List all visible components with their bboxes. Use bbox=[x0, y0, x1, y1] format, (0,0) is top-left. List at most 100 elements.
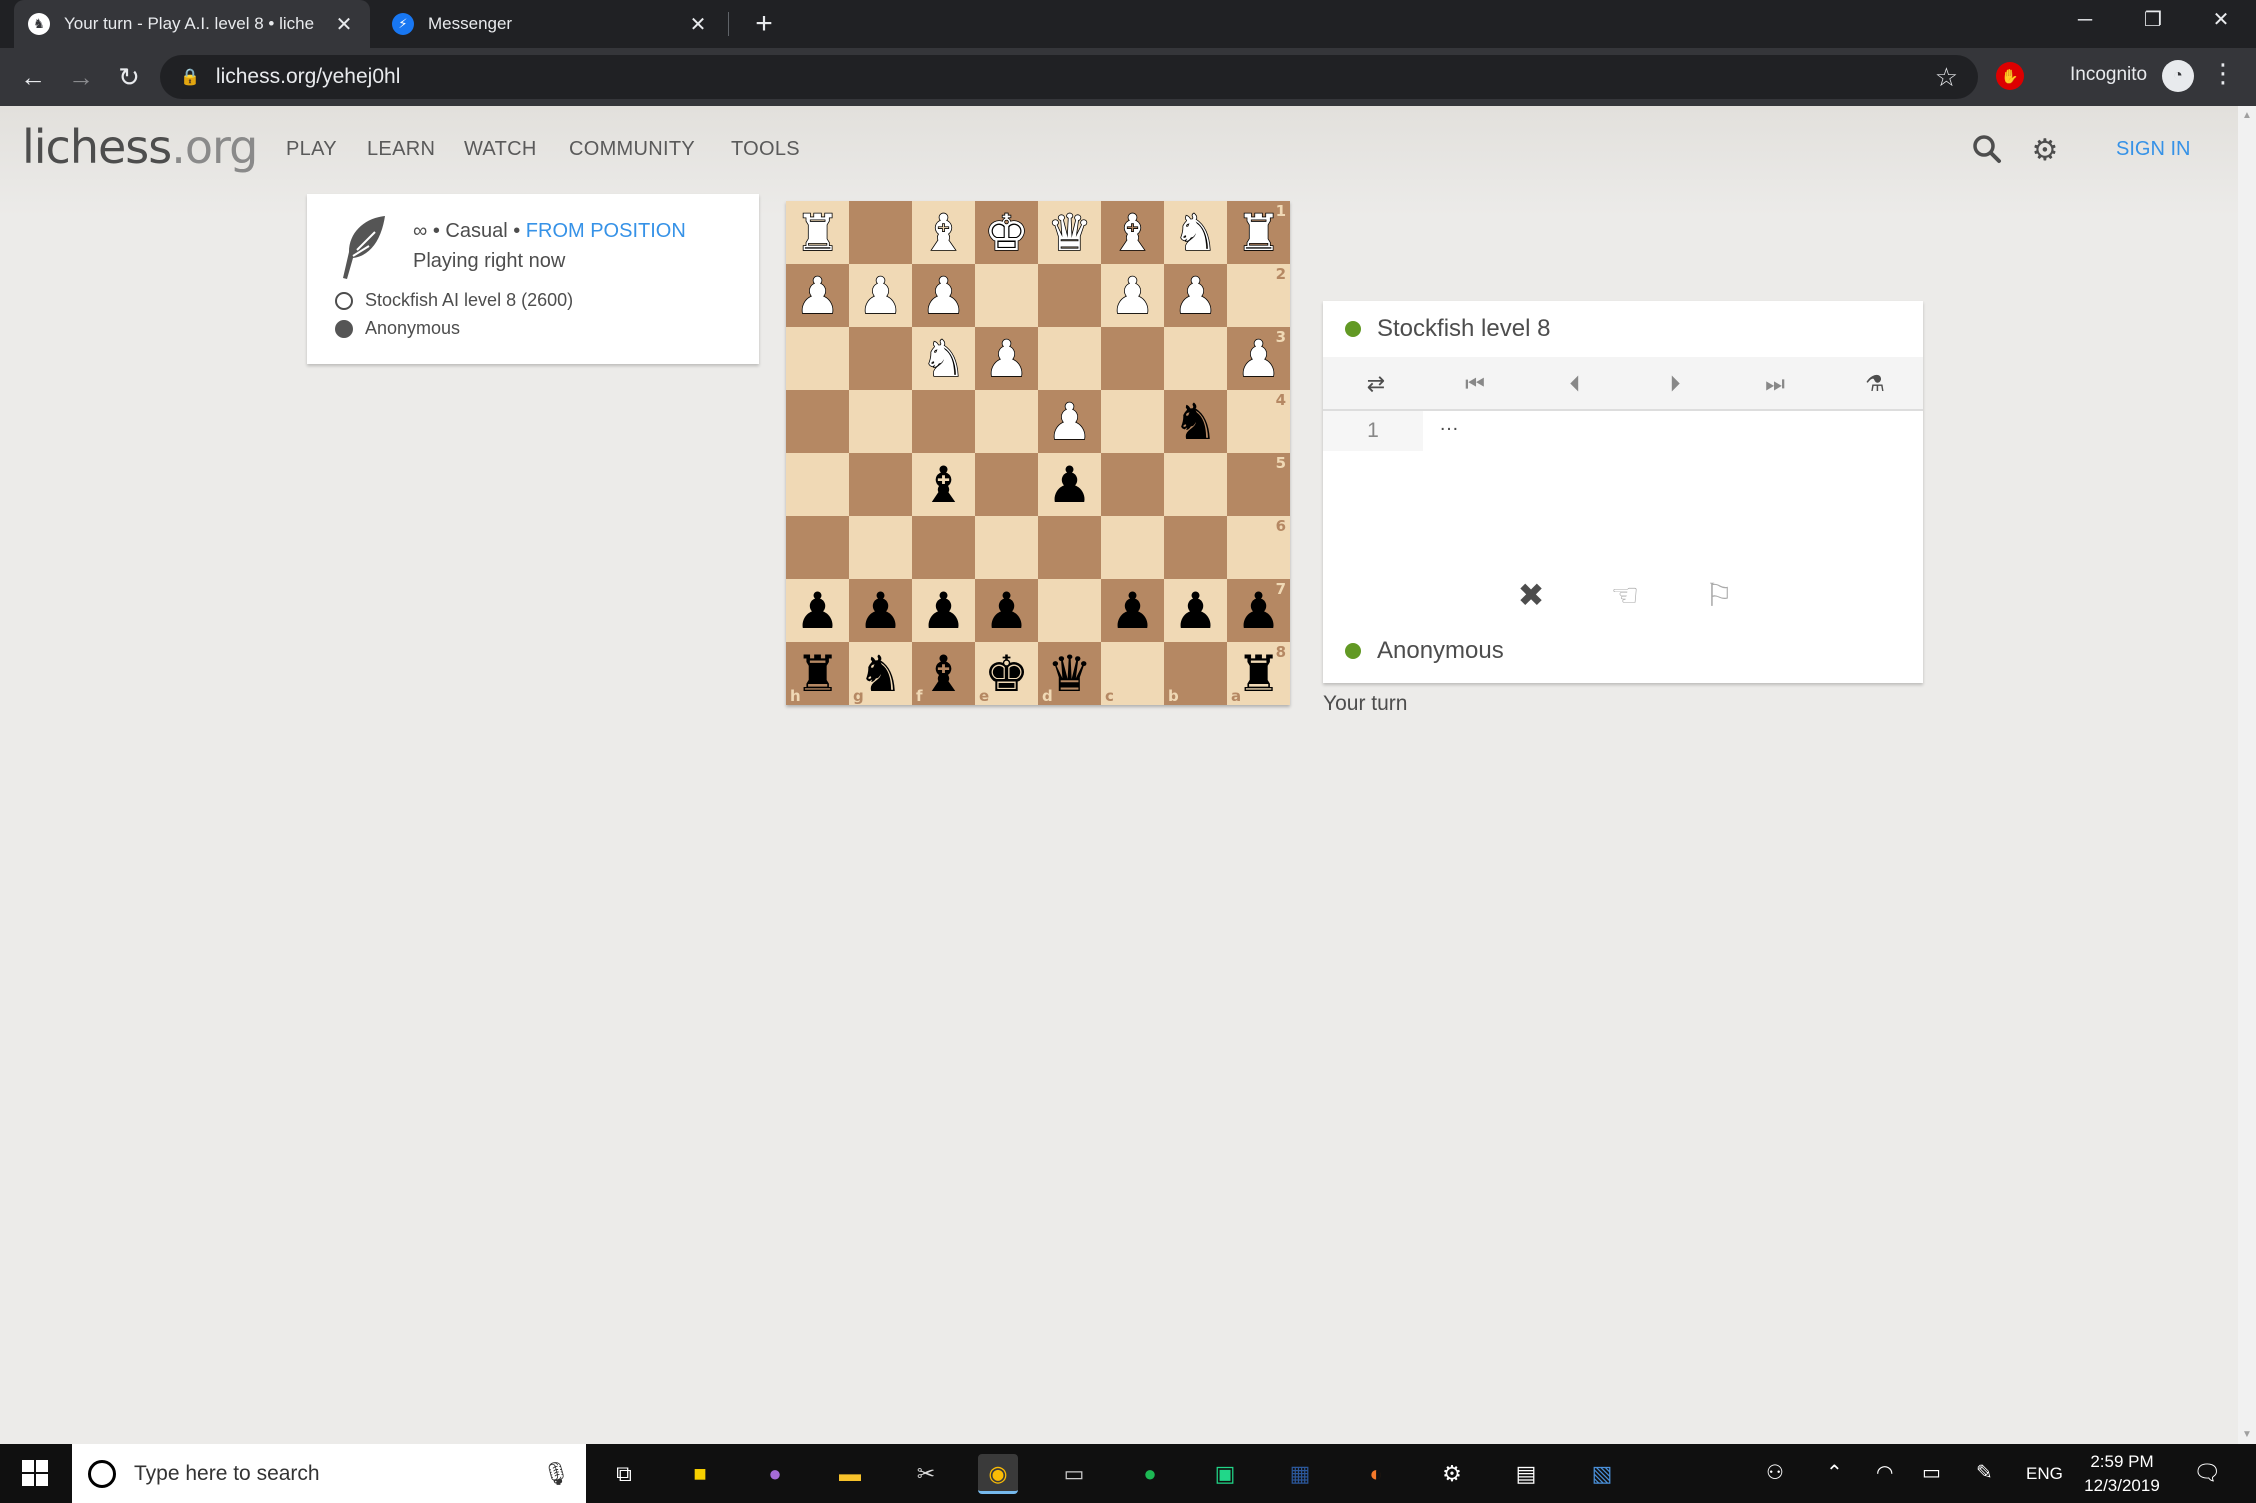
address-bar[interactable]: 🔒 lichess.org/yehej0hl ☆ bbox=[160, 55, 1978, 99]
board-square[interactable] bbox=[849, 201, 912, 264]
taskbar-search[interactable]: Type here to search 🎙 bbox=[72, 1444, 586, 1503]
white-rook-icon[interactable]: ♜ bbox=[1235, 207, 1281, 259]
board-square[interactable]: ♜ h bbox=[786, 642, 849, 705]
analysis-microscope-icon[interactable]: ⚗ bbox=[1855, 365, 1895, 403]
white-player[interactable]: Stockfish AI level 8 (2600) bbox=[335, 290, 573, 311]
close-tab-icon[interactable]: ✕ bbox=[686, 12, 710, 37]
flip-board-icon[interactable]: ⇄ bbox=[1356, 365, 1396, 403]
board-square[interactable]: ♞ bbox=[1164, 201, 1227, 264]
board-square[interactable] bbox=[1038, 579, 1101, 642]
nav-tools[interactable]: TOOLS bbox=[731, 138, 800, 161]
board-square[interactable]: ♝ f bbox=[912, 642, 975, 705]
white-pawn-icon[interactable]: ♟ bbox=[1046, 396, 1092, 448]
wifi-icon[interactable]: ◠ bbox=[1876, 1460, 1893, 1485]
board-square[interactable]: ♜ 8 a bbox=[1227, 642, 1290, 705]
board-square[interactable]: ♟ bbox=[912, 579, 975, 642]
bookmark-star-icon[interactable]: ☆ bbox=[1935, 62, 1958, 93]
close-tab-icon[interactable]: ✕ bbox=[332, 12, 356, 37]
board-square[interactable]: 6 bbox=[1227, 516, 1290, 579]
restore-button[interactable]: ❐ bbox=[2120, 0, 2186, 40]
black-pawn-icon[interactable]: ♟ bbox=[1173, 586, 1218, 636]
board-square[interactable]: ♝ bbox=[912, 453, 975, 516]
board-square[interactable] bbox=[912, 390, 975, 453]
extension-icon[interactable]: ✋ bbox=[1996, 62, 2024, 90]
board-square[interactable] bbox=[1038, 264, 1101, 327]
white-pawn-icon[interactable]: ♟ bbox=[1172, 270, 1218, 322]
close-window-button[interactable]: ✕ bbox=[2188, 0, 2254, 40]
black-bishop-icon[interactable]: ♝ bbox=[921, 460, 966, 510]
opponent-name[interactable]: Stockfish level 8 bbox=[1377, 315, 1550, 343]
board-square[interactable] bbox=[1101, 327, 1164, 390]
board-square[interactable] bbox=[1164, 327, 1227, 390]
black-rook-icon[interactable]: ♜ bbox=[795, 649, 840, 699]
tab-messenger[interactable]: ⚡ Messenger ✕ bbox=[378, 0, 724, 48]
abort-game-icon[interactable]: ✖ bbox=[1509, 573, 1553, 617]
system-clock[interactable]: 2:59 PM 12/3/2019 bbox=[2082, 1450, 2162, 1498]
board-square[interactable]: 4 bbox=[1227, 390, 1290, 453]
board-square[interactable]: ♟ bbox=[849, 579, 912, 642]
board-square[interactable] bbox=[975, 516, 1038, 579]
reload-icon[interactable]: ↻ bbox=[112, 60, 146, 94]
settings-gear-icon[interactable]: ⚙ bbox=[1432, 1454, 1472, 1494]
board-square[interactable]: ♝ bbox=[1101, 201, 1164, 264]
board-square[interactable] bbox=[975, 390, 1038, 453]
board-square[interactable] bbox=[1038, 327, 1101, 390]
microphone-icon[interactable]: 🎙 bbox=[542, 1461, 570, 1487]
black-pawn-icon[interactable]: ♟ bbox=[1047, 460, 1092, 510]
board-square[interactable]: ♚ bbox=[975, 201, 1038, 264]
board-square[interactable]: ♛ d bbox=[1038, 642, 1101, 705]
snipping-tool-icon[interactable]: ✂ bbox=[906, 1454, 946, 1494]
black-queen-icon[interactable]: ♛ bbox=[1047, 649, 1092, 699]
black-bishop-icon[interactable]: ♝ bbox=[921, 649, 966, 699]
board-square[interactable] bbox=[1164, 453, 1227, 516]
gear-icon[interactable]: ⚙ bbox=[2028, 134, 2062, 168]
white-pawn-icon[interactable]: ♟ bbox=[920, 270, 966, 322]
board-square[interactable]: ♟ bbox=[849, 264, 912, 327]
board-square[interactable]: ♞ bbox=[912, 327, 975, 390]
board-square[interactable] bbox=[1101, 516, 1164, 579]
sign-in-link[interactable]: SIGN IN bbox=[2116, 138, 2190, 161]
offer-draw-hand-icon[interactable]: ☜ bbox=[1603, 573, 1647, 617]
terminal-icon[interactable]: ▭ bbox=[1054, 1454, 1094, 1494]
sticky-notes-icon[interactable]: ■ bbox=[680, 1454, 720, 1494]
white-pawn-icon[interactable]: ♟ bbox=[857, 270, 903, 322]
pen-icon[interactable]: ✎ bbox=[1976, 1460, 1993, 1485]
blender-icon[interactable]: ◐ bbox=[1356, 1454, 1396, 1494]
board-square[interactable] bbox=[786, 516, 849, 579]
white-rook-icon[interactable]: ♜ bbox=[794, 207, 840, 259]
board-square[interactable] bbox=[975, 453, 1038, 516]
tab-lichess[interactable]: ♞ Your turn - Play A.I. level 8 • liche … bbox=[14, 0, 370, 48]
page-scrollbar[interactable]: ▲ ▼ bbox=[2238, 106, 2256, 1444]
board-square[interactable]: ♟ bbox=[1101, 264, 1164, 327]
board-square[interactable]: ♟ bbox=[1038, 390, 1101, 453]
file-explorer-icon[interactable]: ▬ bbox=[830, 1454, 870, 1494]
board-square[interactable] bbox=[849, 453, 912, 516]
scroll-down-icon[interactable]: ▼ bbox=[2238, 1429, 2256, 1440]
browser-menu-icon[interactable]: ⋮ bbox=[2210, 58, 2236, 89]
board-square[interactable]: ♜ bbox=[786, 201, 849, 264]
incognito-icon[interactable]: ◔ bbox=[2162, 60, 2194, 92]
board-square[interactable] bbox=[912, 516, 975, 579]
board-square[interactable]: ♟ bbox=[1038, 453, 1101, 516]
last-move-icon[interactable]: ⏭ bbox=[1755, 365, 1795, 403]
board-square[interactable]: 5 bbox=[1227, 453, 1290, 516]
white-pawn-icon[interactable]: ♟ bbox=[1109, 270, 1155, 322]
white-pawn-icon[interactable]: ♟ bbox=[794, 270, 840, 322]
black-pawn-icon[interactable]: ♟ bbox=[984, 586, 1029, 636]
black-player[interactable]: Anonymous bbox=[335, 318, 460, 339]
white-bishop-icon[interactable]: ♝ bbox=[1109, 207, 1155, 259]
board-square[interactable]: ♟ bbox=[1164, 264, 1227, 327]
board-square[interactable]: ♝ bbox=[912, 201, 975, 264]
board-square[interactable] bbox=[849, 390, 912, 453]
board-square[interactable]: 2 bbox=[1227, 264, 1290, 327]
player-name[interactable]: Anonymous bbox=[1377, 637, 1504, 665]
board-square[interactable]: ♟ bbox=[1101, 579, 1164, 642]
board-square[interactable]: c bbox=[1101, 642, 1164, 705]
search-icon[interactable] bbox=[1970, 134, 2004, 168]
board-square[interactable]: ♛ bbox=[1038, 201, 1101, 264]
chevron-up-icon[interactable]: ⌃ bbox=[1826, 1460, 1843, 1485]
spotify-icon[interactable]: ● bbox=[1130, 1454, 1170, 1494]
first-move-icon[interactable]: ⏮ bbox=[1455, 365, 1495, 403]
white-bishop-icon[interactable]: ♝ bbox=[920, 207, 966, 259]
board-square[interactable]: ♟ bbox=[975, 579, 1038, 642]
